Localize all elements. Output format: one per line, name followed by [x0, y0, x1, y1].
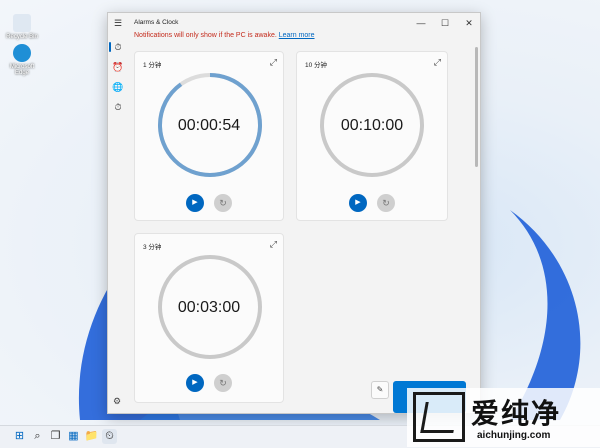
notification-warning: Notifications will only show if the PC i… — [134, 32, 315, 39]
expand-icon[interactable]: ⤢ — [434, 57, 441, 68]
nav-rail: ☰ ⏱ ⏰ 🌐 ⏱ — [108, 13, 128, 413]
watermark-logo — [413, 392, 465, 442]
search-icon[interactable]: ⌕ — [30, 429, 45, 444]
learn-more-link[interactable]: Learn more — [279, 32, 315, 39]
desktop-icon-edge[interactable]: Microsoft Edge — [4, 44, 40, 76]
alarms-clock-taskbar-icon[interactable]: ⏲ — [102, 429, 117, 444]
edit-timers-button[interactable]: ✎ — [371, 381, 389, 399]
nav-item-timer[interactable]: ⏱ — [112, 41, 124, 53]
timer-name: 10 分钟 — [305, 62, 328, 69]
alarms-clock-window: Alarms & Clock — ☐ ✕ ☰ ⏱ ⏰ 🌐 ⏱ Notificat… — [107, 12, 481, 414]
timer-name: 1 分钟 — [143, 62, 162, 69]
reset-button[interactable]: ↻ — [214, 374, 232, 392]
minimize-button[interactable]: — — [414, 16, 428, 30]
nav-item-stopwatch[interactable]: ⏱ — [112, 101, 124, 113]
hamburger-menu-icon[interactable]: ☰ — [112, 17, 124, 29]
task-view-icon[interactable]: ❐ — [48, 429, 63, 444]
reset-button[interactable]: ↻ — [214, 194, 232, 212]
play-button[interactable]: ▶ — [186, 374, 204, 392]
widgets-icon[interactable]: ▦ — [66, 429, 81, 444]
play-button[interactable]: ▶ — [186, 194, 204, 212]
window-title: Alarms & Clock — [134, 19, 179, 26]
timer-display: 00:10:00 — [340, 117, 404, 134]
timer-card[interactable]: 10 分钟 ⤢ 00:10:00 ▶ ↻ — [296, 51, 448, 221]
desktop-icon-recycle-bin[interactable]: Recycle Bin — [4, 14, 40, 40]
scrollbar[interactable] — [475, 47, 478, 167]
timer-card[interactable]: 1 分钟 ⤢ 00:00:54 ▶ ↻ — [134, 51, 284, 221]
play-button[interactable]: ▶ — [349, 194, 367, 212]
file-explorer-icon[interactable]: 📁 — [84, 429, 99, 444]
start-icon[interactable]: ⊞ — [12, 429, 27, 444]
nav-item-alarm[interactable]: ⏰ — [112, 61, 124, 73]
recycle-bin-icon — [13, 14, 31, 32]
settings-icon[interactable]: ⚙ — [113, 396, 121, 407]
notification-warning-text: Notifications will only show if the PC i… — [134, 32, 277, 39]
desktop-icon-label: Microsoft Edge — [9, 64, 35, 76]
maximize-button[interactable]: ☐ — [438, 16, 452, 30]
timer-name: 3 分钟 — [143, 244, 162, 251]
desktop-icon-label: Recycle Bin — [6, 34, 38, 40]
reset-button[interactable]: ↻ — [377, 194, 395, 212]
timer-card[interactable]: 3 分钟 ⤢ 00:03:00 ▶ ↻ — [134, 233, 284, 403]
watermark-url: aichunjing.com — [477, 430, 551, 441]
edge-icon — [13, 44, 31, 62]
timer-display: 00:00:54 — [177, 117, 241, 134]
watermark-brand: 爱纯净 — [471, 397, 562, 430]
nav-item-world-clock[interactable]: 🌐 — [112, 81, 124, 93]
close-button[interactable]: ✕ — [462, 16, 476, 30]
timer-display: 00:03:00 — [177, 299, 241, 316]
expand-icon[interactable]: ⤢ — [270, 57, 277, 68]
nav-selection-indicator — [109, 42, 111, 52]
expand-icon[interactable]: ⤢ — [270, 239, 277, 250]
watermark: 爱纯净 aichunjing.com — [407, 388, 600, 447]
